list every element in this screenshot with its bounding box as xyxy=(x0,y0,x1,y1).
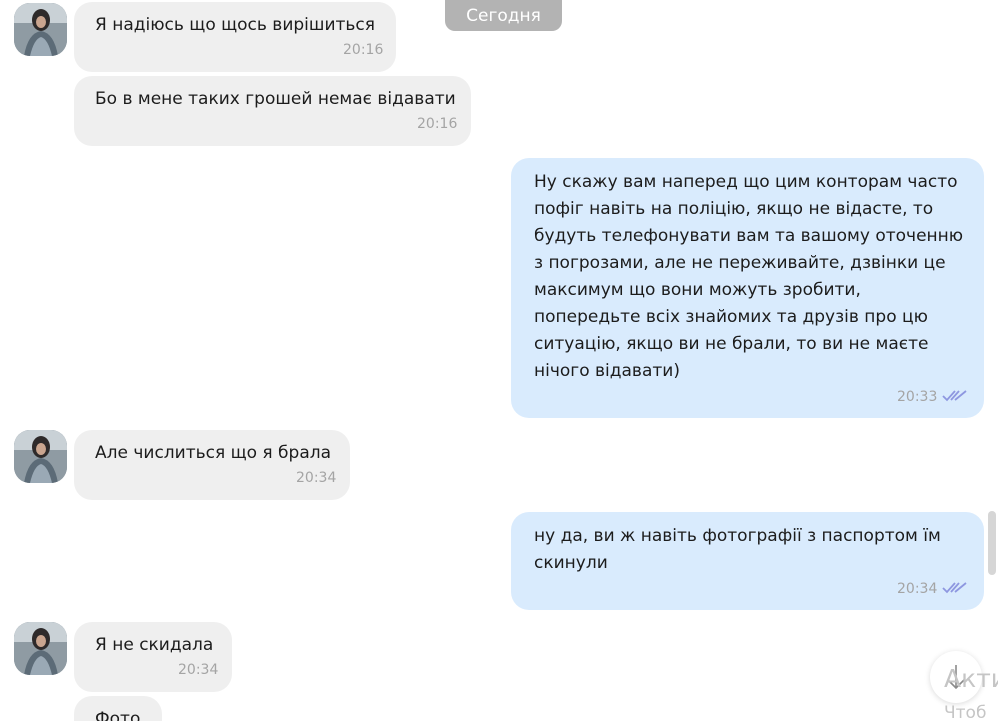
message-text: максимум що вони можуть зробити, xyxy=(534,280,861,300)
message-text: Але числиться що я брала xyxy=(95,443,332,463)
double-check-icon xyxy=(942,390,967,402)
double-check-icon xyxy=(942,582,967,594)
message-text: нічого відавати) xyxy=(534,361,680,381)
message-text: ну да, ви ж навіть фотографії з паспорто… xyxy=(534,526,941,546)
avatar[interactable] xyxy=(14,430,67,483)
message-time: 20:34 xyxy=(178,662,219,678)
message-bubble-outgoing[interactable]: Ну скажу вам наперед що цим конторам час… xyxy=(511,158,984,418)
message-text: пофіг навіть на поліцію, якщо не відасте… xyxy=(534,199,934,219)
contact-avatar-photo xyxy=(14,622,67,675)
message-bubble-incoming[interactable]: Але числиться що я брала 20:34 xyxy=(74,430,350,500)
message-time: 20:33 xyxy=(897,389,938,405)
activation-watermark-text: Чтоб xyxy=(944,703,987,721)
contact-avatar-photo xyxy=(14,430,67,483)
message-time: 20:16 xyxy=(343,42,384,58)
contact-avatar-photo xyxy=(14,3,67,56)
message-text: з погрозами, але не переживайте, дзвінки… xyxy=(534,253,946,273)
message-time: 20:34 xyxy=(296,470,337,486)
message-text: попередьте всіх знайомих та друзів про ц… xyxy=(534,307,928,327)
message-text: ситуацію, якщо ви не брали, то ви не має… xyxy=(534,334,929,354)
message-text: Ну скажу вам наперед що цим конторам час… xyxy=(534,172,958,192)
date-divider: Сегодня xyxy=(445,0,562,31)
message-bubble-incoming[interactable]: Бо в мене таких грошей немає відавати 20… xyxy=(74,76,471,146)
message-text: Фото xyxy=(95,709,141,721)
message-text: Я надіюсь що щось вирішиться xyxy=(95,15,375,35)
activation-watermark-title: Акти xyxy=(944,664,998,693)
message-bubble-incoming[interactable]: Я надіюсь що щось вирішиться 20:16 xyxy=(74,2,396,72)
message-bubble-incoming[interactable]: Я не скидала 20:34 xyxy=(74,622,232,692)
message-text: Бо в мене таких грошей немає відавати xyxy=(95,89,456,109)
message-bubble-outgoing[interactable]: ну да, ви ж навіть фотографії з паспорто… xyxy=(511,512,984,610)
avatar[interactable] xyxy=(14,622,67,675)
avatar[interactable] xyxy=(14,3,67,56)
message-text: Я не скидала xyxy=(95,635,214,655)
message-time: 20:16 xyxy=(417,116,458,132)
message-time: 20:34 xyxy=(897,581,938,597)
chat-history[interactable]: Я надіюсь що щось вирішиться 20:16 Сегод… xyxy=(0,0,998,721)
message-bubble-incoming[interactable]: Фото xyxy=(74,696,162,721)
message-text: скинули xyxy=(534,553,608,573)
message-text: будуть телефонувати вам та вашому оточен… xyxy=(534,226,964,246)
scrollbar-thumb[interactable] xyxy=(988,511,996,575)
